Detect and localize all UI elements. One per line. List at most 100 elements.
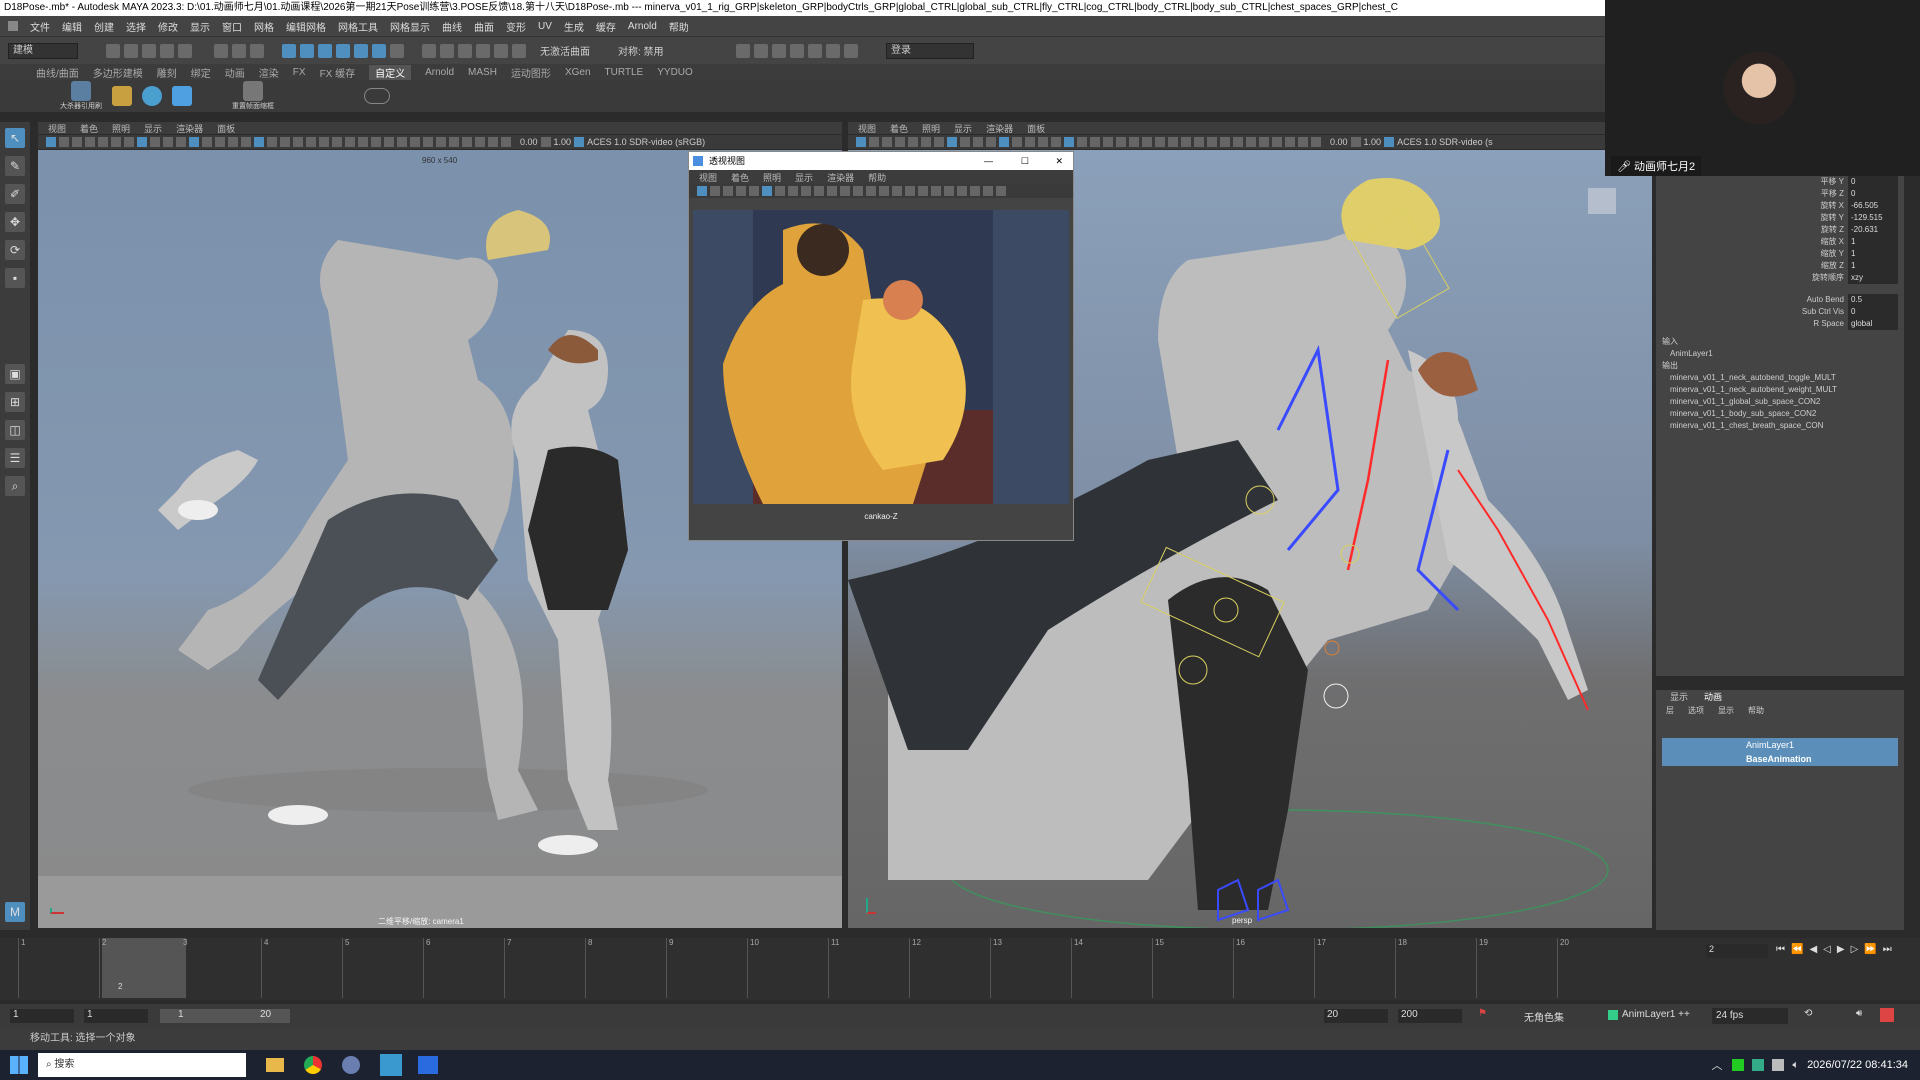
symmetry-label[interactable]: 对称: 禁用	[618, 43, 708, 58]
time-slider[interactable]: 1 2 3 4 5 6 7 8 9 10 11 12 13 14 15 16 1…	[0, 938, 1920, 1000]
panel-tool-icon[interactable]	[1038, 137, 1048, 147]
panel-tool-icon[interactable]	[814, 186, 824, 196]
panel-tool-icon[interactable]	[892, 186, 902, 196]
panel-tool-icon[interactable]	[1012, 137, 1022, 147]
panel-tool-icon[interactable]	[1155, 137, 1165, 147]
select-hierarchy-icon[interactable]	[214, 43, 228, 58]
shelf-tab[interactable]: 绑定	[191, 65, 211, 80]
gamma-value[interactable]: 1.00	[1364, 137, 1382, 147]
panel-tool-icon[interactable]	[475, 137, 485, 147]
menu-create[interactable]: 创建	[94, 19, 114, 34]
layer-row[interactable]: BaseAnimation	[1662, 752, 1898, 766]
channel-value[interactable]: global	[1848, 318, 1898, 330]
layer-tab-anim[interactable]: 动画	[1704, 690, 1722, 704]
save-scene-icon[interactable]	[142, 43, 156, 58]
reference-brush-icon[interactable]	[71, 81, 91, 101]
shelf-tab[interactable]: 运动图形	[511, 65, 551, 80]
panel-tool-icon[interactable]	[241, 137, 251, 147]
range-slider[interactable]: 1 20	[160, 1009, 290, 1023]
panel-menu-renderer[interactable]: 渲染器	[986, 122, 1013, 135]
snap-view-icon[interactable]	[476, 43, 490, 58]
panel-tool-icon[interactable]	[1090, 137, 1100, 147]
panel-tool-icon[interactable]	[931, 186, 941, 196]
gamma-icon[interactable]	[540, 137, 551, 147]
menu-help[interactable]: 帮助	[669, 19, 689, 34]
menu-edit-mesh[interactable]: 编辑网格	[286, 19, 326, 34]
panel-tool-icon[interactable]	[332, 137, 342, 147]
render-icon[interactable]	[736, 43, 750, 58]
go-to-end-icon[interactable]: ⏭	[1883, 944, 1892, 955]
panel-tool-icon[interactable]	[736, 186, 746, 196]
panel-tool-icon[interactable]	[59, 137, 69, 147]
panel-menu-view[interactable]: 视图	[858, 122, 876, 135]
panel-tool-icon[interactable]	[918, 186, 928, 196]
menu-file[interactable]: 文件	[30, 19, 50, 34]
tray-wechat-icon[interactable]	[1732, 1059, 1745, 1071]
maya-taskbar-icon[interactable]	[380, 1054, 402, 1076]
camera-icon[interactable]	[697, 186, 707, 196]
panel-tool-icon[interactable]	[853, 186, 863, 196]
panel-menu-show[interactable]: 显示	[144, 122, 162, 135]
playback-end-field[interactable]: 20	[1324, 1009, 1388, 1023]
panel-tool-icon[interactable]	[882, 137, 892, 147]
file-explorer-icon[interactable]	[266, 1058, 284, 1072]
reset-frame-icon[interactable]	[243, 81, 263, 101]
layout-two-icon[interactable]: ◫	[5, 420, 25, 440]
panel-tool-icon[interactable]	[957, 186, 967, 196]
step-back-icon[interactable]: ◀	[1809, 944, 1817, 955]
float-menu-view[interactable]: 视图	[699, 171, 717, 184]
gamma-value[interactable]: 1.00	[554, 137, 572, 147]
chrome-icon[interactable]	[304, 1056, 322, 1074]
panel-tool-icon[interactable]	[488, 137, 498, 147]
maya-home-icon[interactable]	[8, 21, 18, 31]
tray-sound-icon[interactable]: 🔈︎	[1792, 1059, 1799, 1072]
panel-tool-icon[interactable]	[254, 137, 264, 147]
panel-tool-icon[interactable]	[280, 137, 290, 147]
panel-tool-icon[interactable]	[423, 137, 433, 147]
menu-deform[interactable]: 变形	[506, 19, 526, 34]
panel-menu-renderer[interactable]: 渲染器	[176, 122, 203, 135]
mask-icon[interactable]	[282, 43, 296, 58]
floating-view-window[interactable]: 透视视图 — ☐ ✕ 视图 着色 照明 显示 渲染器 帮助 cankao-Z	[688, 151, 1074, 541]
shelf-tab[interactable]: MASH	[468, 67, 497, 78]
end-time-field[interactable]: 200	[1398, 1009, 1462, 1023]
panel-tool-icon[interactable]	[1064, 137, 1074, 147]
snap-point-icon[interactable]	[458, 43, 472, 58]
panel-tool-icon[interactable]	[869, 137, 879, 147]
panel-tool-icon[interactable]	[189, 137, 199, 147]
layer-tab-display[interactable]: 显示	[1670, 690, 1688, 704]
colorspace-icon[interactable]	[1384, 137, 1395, 147]
exposure-value[interactable]: 0.00	[520, 137, 538, 147]
maximize-icon[interactable]: ☐	[1021, 152, 1029, 170]
shelf-tab[interactable]: Arnold	[425, 67, 454, 78]
panel-menu-show[interactable]: 显示	[954, 122, 972, 135]
channel-value[interactable]: 0.5	[1848, 294, 1898, 306]
channel-value[interactable]: 1	[1848, 236, 1898, 248]
panel-tool-icon[interactable]	[137, 137, 147, 147]
minimize-icon[interactable]: —	[984, 152, 993, 170]
play-back-icon[interactable]: ◁	[1823, 944, 1831, 955]
close-icon[interactable]: ✕	[1055, 152, 1063, 170]
select-object-icon[interactable]	[232, 43, 246, 58]
shelf-tab[interactable]: 雕刻	[157, 65, 177, 80]
step-back-key-icon[interactable]: ⏪	[1791, 944, 1803, 955]
gamma-icon[interactable]	[1350, 137, 1361, 147]
panel-menu-shading[interactable]: 着色	[890, 122, 908, 135]
windows-start-icon[interactable]	[10, 1056, 28, 1074]
menu-cache[interactable]: 缓存	[596, 19, 616, 34]
snap-grid-icon[interactable]	[422, 43, 436, 58]
panel-tool-icon[interactable]	[306, 137, 316, 147]
panel-tool-icon[interactable]	[970, 186, 980, 196]
render-settings-icon[interactable]	[772, 43, 786, 58]
panel-tool-icon[interactable]	[410, 137, 420, 147]
panel-menu-view[interactable]: 视图	[48, 122, 66, 135]
panel-tool-icon[interactable]	[983, 186, 993, 196]
channel-value[interactable]: xzy	[1848, 272, 1898, 284]
layer-row[interactable]: AnimLayer1	[1662, 738, 1898, 752]
panel-tool-icon[interactable]	[973, 137, 983, 147]
panel-tool-icon[interactable]	[827, 186, 837, 196]
panel-tool-icon[interactable]	[449, 137, 459, 147]
outliner-icon[interactable]: ☰	[5, 448, 25, 468]
panel-tool-icon[interactable]	[775, 186, 785, 196]
panel-tool-icon[interactable]	[960, 137, 970, 147]
